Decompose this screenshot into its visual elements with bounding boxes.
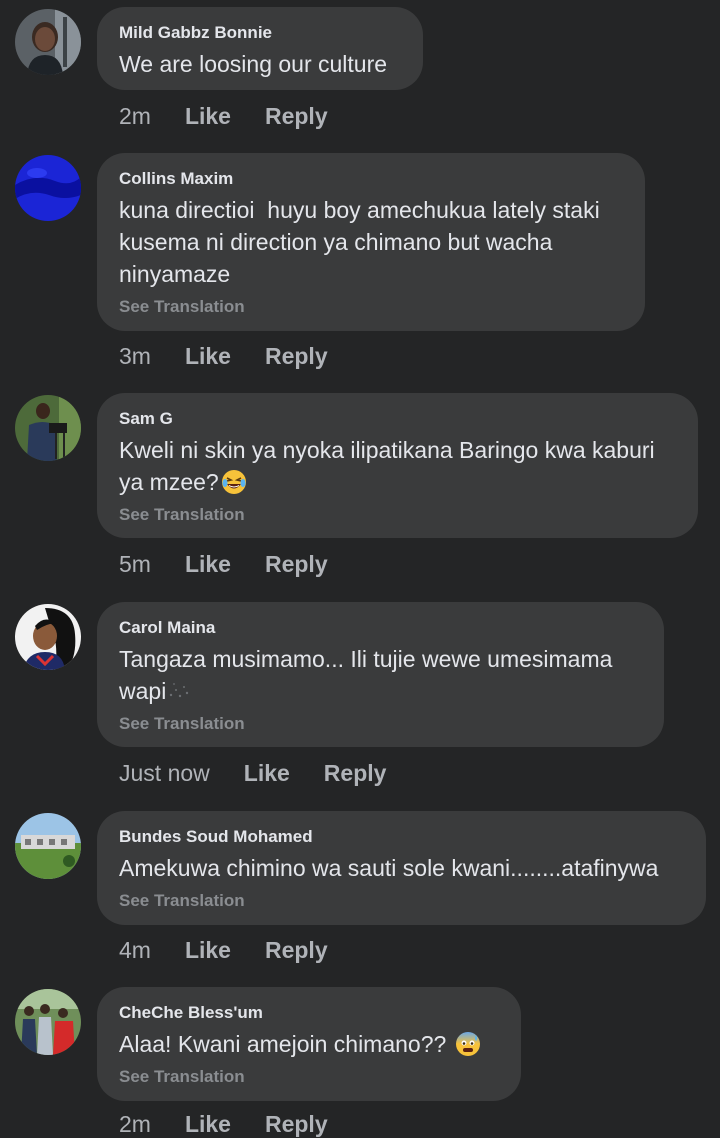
comment-actions: Just now Like Reply xyxy=(119,759,386,787)
like-button[interactable]: Like xyxy=(185,102,231,130)
blue-abstract-avatar[interactable] xyxy=(15,155,81,221)
comment-text: kuna directioi huyu boy amechukua lately… xyxy=(119,197,607,287)
reply-button[interactable]: Reply xyxy=(324,759,387,787)
comment-time[interactable]: 3m xyxy=(119,342,151,370)
see-translation-link[interactable]: See Translation xyxy=(119,713,642,735)
comment-text: Amekuwa chimino wa sauti sole kwani.....… xyxy=(119,855,659,881)
comment-actions: 5m Like Reply xyxy=(119,550,328,578)
like-button[interactable]: Like xyxy=(185,1110,231,1138)
reply-button[interactable]: Reply xyxy=(265,102,328,130)
like-button[interactable]: Like xyxy=(244,759,290,787)
see-translation-link[interactable]: See Translation xyxy=(119,296,623,318)
anxious-sweat-emoji xyxy=(455,1031,481,1057)
see-translation-link[interactable]: See Translation xyxy=(119,504,676,526)
sparkle-emoji xyxy=(166,677,192,699)
comment-bubble: Sam G Kweli ni skin ya nyoka ilipatikana… xyxy=(97,393,698,538)
comment-bubble: Mild Gabbz Bonnie We are loosing our cul… xyxy=(97,7,423,90)
comment-time[interactable]: Just now xyxy=(119,759,210,787)
comment-text-content: Kweli ni skin ya nyoka ilipatikana Barin… xyxy=(119,437,662,495)
woman-portrait-avatar[interactable] xyxy=(15,9,81,75)
comment-author[interactable]: Collins Maxim xyxy=(119,169,623,189)
reply-button[interactable]: Reply xyxy=(265,342,328,370)
comment-bubble: Collins Maxim kuna directioi huyu boy am… xyxy=(97,153,645,331)
comment-time[interactable]: 2m xyxy=(119,1110,151,1138)
comment-author[interactable]: Mild Gabbz Bonnie xyxy=(119,23,401,43)
comment-bubble: Carol Maina Tangaza musimamo... Ili tuji… xyxy=(97,602,664,747)
cartoon-woman-avatar[interactable] xyxy=(15,604,81,670)
comment-actions: 4m Like Reply xyxy=(119,936,328,964)
comment-bubble: CheChe Bless'um Alaa! Kwani amejoin chim… xyxy=(97,987,521,1101)
comment-author[interactable]: Sam G xyxy=(119,409,676,429)
comment-text-content: Tangaza musimamo... Ili tujie wewe umesi… xyxy=(119,646,619,704)
comment-text: Tangaza musimamo... Ili tujie wewe umesi… xyxy=(119,643,642,707)
landscape-avatar[interactable] xyxy=(15,813,81,879)
camera-man-avatar[interactable] xyxy=(15,395,81,461)
comment-actions: 2m Like Reply xyxy=(119,1110,328,1138)
comment-text: We are loosing our culture xyxy=(119,51,388,77)
comment-time[interactable]: 5m xyxy=(119,550,151,578)
comment-actions: 3m Like Reply xyxy=(119,342,328,370)
comment-text: Kweli ni skin ya nyoka ilipatikana Barin… xyxy=(119,434,676,498)
comment-time[interactable]: 2m xyxy=(119,102,151,130)
comment-author[interactable]: Bundes Soud Mohamed xyxy=(119,827,684,847)
see-translation-link[interactable]: See Translation xyxy=(119,1066,499,1088)
comment-time[interactable]: 4m xyxy=(119,936,151,964)
like-button[interactable]: Like xyxy=(185,550,231,578)
group-photo-avatar[interactable] xyxy=(15,989,81,1055)
reply-button[interactable]: Reply xyxy=(265,936,328,964)
reply-button[interactable]: Reply xyxy=(265,550,328,578)
comment-text-content: Alaa! Kwani amejoin chimano?? xyxy=(119,1031,447,1057)
comment-bubble: Bundes Soud Mohamed Amekuwa chimino wa s… xyxy=(97,811,706,925)
comment-author[interactable]: CheChe Bless'um xyxy=(119,1003,499,1023)
see-translation-link[interactable]: See Translation xyxy=(119,890,684,912)
comment-actions: 2m Like Reply xyxy=(119,102,328,130)
like-button[interactable]: Like xyxy=(185,342,231,370)
comment-author[interactable]: Carol Maina xyxy=(119,618,642,638)
laughing-crying-emoji xyxy=(221,469,247,495)
reply-button[interactable]: Reply xyxy=(265,1110,328,1138)
comment-text: Alaa! Kwani amejoin chimano?? xyxy=(119,1028,499,1060)
like-button[interactable]: Like xyxy=(185,936,231,964)
